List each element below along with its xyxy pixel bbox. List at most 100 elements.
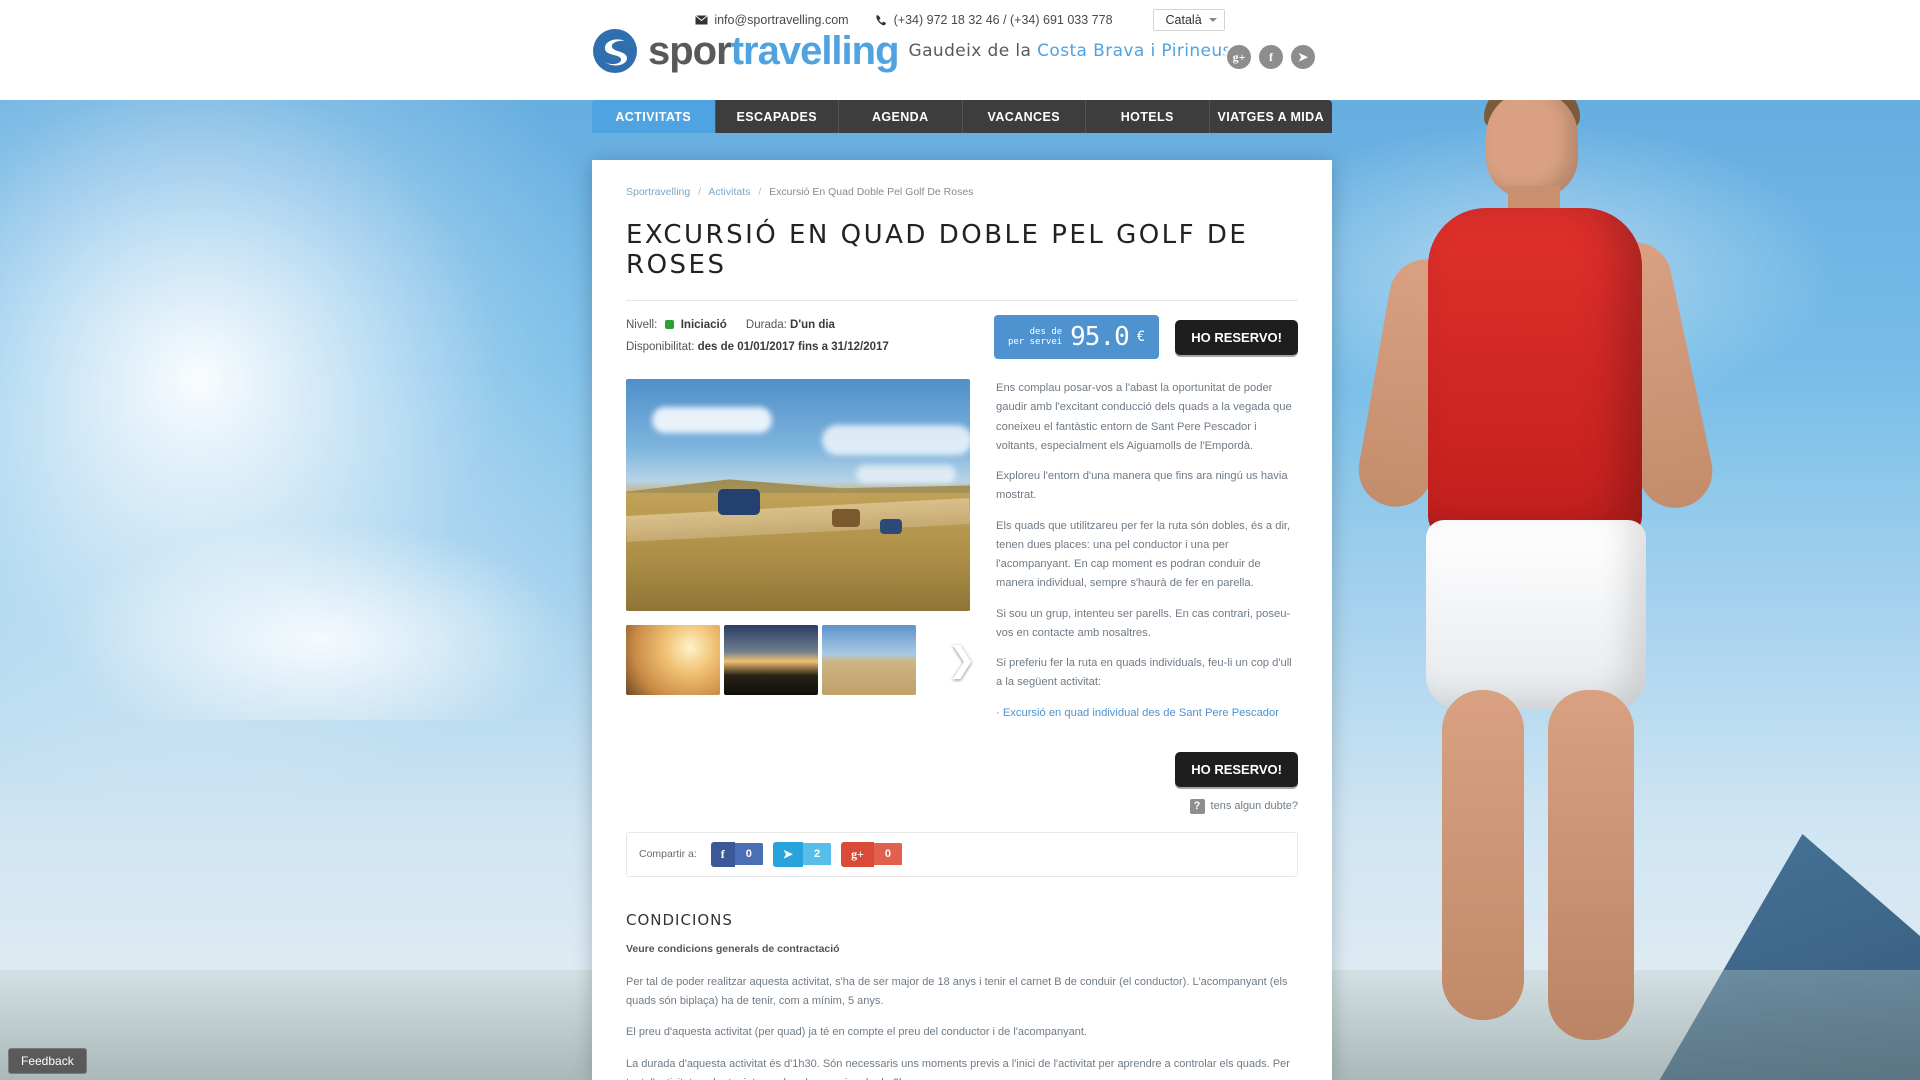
conditions-paragraph-2: El preu d'aquesta activitat (per quad) j… xyxy=(626,1026,1087,1039)
facebook-share-icon: f xyxy=(710,841,735,867)
cloud-left xyxy=(60,520,580,720)
breadcrumb-section[interactable]: Activitats xyxy=(708,186,750,198)
chevron-down-icon xyxy=(1208,18,1217,22)
activity-description: Ens complau posar-vos a l'abast la oport… xyxy=(996,379,1298,723)
duration-value: D'un dia xyxy=(790,319,835,331)
terms-link[interactable]: Veure condicions generals de contractaci… xyxy=(626,943,1298,955)
level-value: Iniciació xyxy=(680,319,727,331)
activity-body: ❯ Ens complau posar-vos a l'abast la opo… xyxy=(626,379,1298,734)
thumbnail-3[interactable] xyxy=(822,625,916,695)
related-activity-link[interactable]: · Excursió en quad individual des de San… xyxy=(996,707,1279,719)
nav-item-agenda[interactable]: AGENDA xyxy=(839,100,963,133)
phone-contact[interactable]: (+34) 972 18 32 46 / (+34) 691 033 778 xyxy=(875,13,1113,27)
share-googleplus-button[interactable]: g+ 0 xyxy=(841,841,903,867)
runner-shorts xyxy=(1426,520,1646,710)
book-button-bottom[interactable]: HO RESERVO! xyxy=(1175,751,1298,787)
twitter-share-icon: ➤ xyxy=(772,841,803,867)
help-text[interactable]: tens algun dubte? xyxy=(1211,800,1298,812)
price-prefix: des de per servei xyxy=(1008,327,1062,348)
page-title: EXCURSIÓ EN QUAD DOBLE PEL GOLF DE ROSES xyxy=(626,220,1249,280)
book-button-bottom-wrap: HO RESERVO! xyxy=(626,751,1298,787)
nav-item-hotels[interactable]: HOTELS xyxy=(1086,100,1210,133)
twitter-share-count: 2 xyxy=(802,843,832,866)
content-card: Sportravelling / Activitats / Excursió E… xyxy=(592,160,1332,1080)
meta-line-2: Disponibilitat: des de 01/01/2017 fins a… xyxy=(626,337,889,359)
email-contact[interactable]: info@sportravelling.com xyxy=(695,13,849,27)
breadcrumb-current: Excursió En Quad Doble Pel Golf De Roses xyxy=(769,186,974,198)
phone-icon xyxy=(875,14,888,27)
phone-text: (+34) 972 18 32 46 / (+34) 691 033 778 xyxy=(893,13,1113,27)
main-navigation: ACTIVITATS ESCAPADES AGENDA VACANCES HOT… xyxy=(592,100,1332,133)
price-from-label: des de xyxy=(1029,326,1063,337)
conditions-heading: CONDICIONS xyxy=(626,910,733,929)
activity-meta: Nivell: Iniciació Durada: D'un dia Dispo… xyxy=(626,315,889,359)
runner-head xyxy=(1486,90,1578,198)
thumbnail-strip: ❯ xyxy=(626,625,976,695)
availability-value: des de 01/01/2017 fins a 31/12/2017 xyxy=(697,340,889,353)
share-bar: Compartir a: f 0 ➤ 2 g+ 0 xyxy=(626,831,1298,877)
email-text: info@sportravelling.com xyxy=(714,13,849,27)
breadcrumb-separator-2: / xyxy=(758,186,762,198)
description-column: Ens complau posar-vos a l'abast la oport… xyxy=(996,379,1298,734)
twitter-icon[interactable]: ➤ xyxy=(1291,45,1315,69)
photo-quad-1 xyxy=(718,489,760,515)
question-mark-icon[interactable]: ? xyxy=(1189,798,1205,814)
brand-tagline: Gaudeix de la Costa Brava i Pirineus xyxy=(909,41,1232,61)
price-per-label: per servei xyxy=(1007,337,1063,347)
runner-leg-right xyxy=(1548,690,1634,1040)
language-value: Català xyxy=(1165,13,1202,27)
googleplus-icon[interactable]: g+ xyxy=(1227,45,1251,69)
main-activity-photo[interactable] xyxy=(626,379,970,611)
price-and-book: des de per servei 95.0 € HO RESERVO! xyxy=(993,315,1298,359)
envelope-icon xyxy=(695,15,709,25)
feedback-tab[interactable]: Feedback xyxy=(8,1048,87,1074)
price-currency: € xyxy=(1136,329,1146,345)
social-links: g+ f ➤ xyxy=(1227,45,1315,69)
thumbnail-2[interactable] xyxy=(724,625,818,695)
thumbnail-1[interactable] xyxy=(626,625,720,695)
breadcrumb: Sportravelling / Activitats / Excursió E… xyxy=(626,186,1298,198)
conditions-paragraph-1: Per tal de poder realitzar aquesta activ… xyxy=(626,975,1288,1008)
description-paragraph-2: Exploreu l'entorn d'una manera que fins … xyxy=(996,470,1288,502)
share-facebook-button[interactable]: f 0 xyxy=(710,841,763,867)
meta-line-1: Nivell: Iniciació Durada: D'un dia xyxy=(626,315,889,337)
gallery-next-icon[interactable]: ❯ xyxy=(948,643,977,677)
logo-swirl-icon xyxy=(592,28,638,74)
breadcrumb-separator-1: / xyxy=(698,186,702,198)
gallery-column: ❯ xyxy=(626,379,976,734)
runner-shirt xyxy=(1428,208,1642,538)
price-amount: 95.0 xyxy=(1070,322,1130,352)
nav-item-viatges-a-mida[interactable]: VIATGES A MIDA xyxy=(1209,100,1332,133)
nav-item-escapades[interactable]: ESCAPADES xyxy=(715,100,839,133)
facebook-share-count: 0 xyxy=(734,843,763,866)
breadcrumb-home[interactable]: Sportravelling xyxy=(626,186,690,198)
share-twitter-button[interactable]: ➤ 2 xyxy=(772,841,832,867)
tagline-plain: Gaudeix de la xyxy=(908,41,1038,61)
photo-cloud-2 xyxy=(822,425,970,455)
brand-part-a: spor xyxy=(648,29,732,73)
book-button-top[interactable]: HO RESERVO! xyxy=(1175,319,1298,355)
conditions-body: Veure condicions generals de contractaci… xyxy=(626,943,1298,1080)
facebook-icon[interactable]: f xyxy=(1259,45,1283,69)
level-color-dot xyxy=(664,320,674,329)
nav-item-vacances[interactable]: VACANCES xyxy=(962,100,1086,133)
title-divider xyxy=(626,300,1298,301)
photo-quad-2 xyxy=(832,509,860,527)
photo-quad-3 xyxy=(880,519,902,534)
description-paragraph-5: Si preferiu fer la ruta en quads individ… xyxy=(996,657,1292,689)
googleplus-share-count: 0 xyxy=(873,843,903,866)
description-paragraph-1: Ens complau posar-vos a l'abast la oport… xyxy=(996,382,1292,452)
tagline-highlight: Costa Brava i Pirineus xyxy=(1037,41,1232,61)
price-badge: des de per servei 95.0 € xyxy=(993,315,1160,359)
level-label: Nivell: xyxy=(626,319,658,331)
share-label: Compartir a: xyxy=(639,848,697,861)
site-logo[interactable]: sportravelling Gaudeix de la Costa Brava… xyxy=(592,28,1232,74)
description-paragraph-4: Si sou un grup, intenteu ser parells. En… xyxy=(996,607,1291,639)
conditions-paragraph-3: La durada d'aquesta activitat és d'1h30.… xyxy=(626,1057,1290,1080)
help-row: ? tens algun dubte? xyxy=(626,798,1298,814)
runner-leg-left xyxy=(1442,690,1524,1020)
nav-item-activitats[interactable]: ACTIVITATS xyxy=(592,100,716,133)
brand-wordmark: sportravelling xyxy=(648,29,900,73)
googleplus-share-icon: g+ xyxy=(841,841,874,867)
duration-label: Durada: xyxy=(745,319,787,331)
